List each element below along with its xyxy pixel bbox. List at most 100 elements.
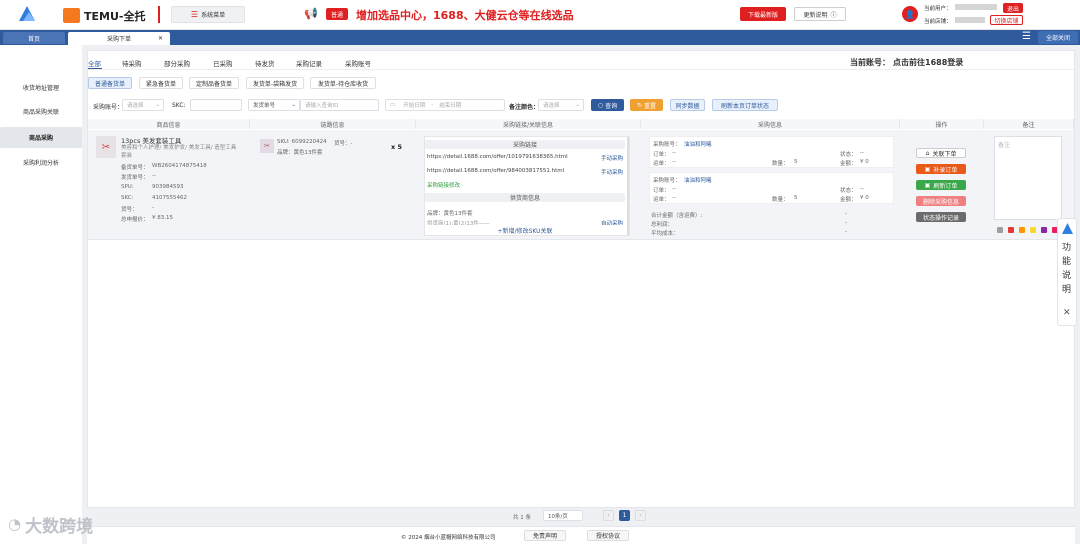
note-textarea[interactable]: 备注 (994, 136, 1062, 220)
purchase-link-1[interactable]: https://detail.1688.com/offer/1019791638… (427, 154, 568, 160)
pb1-order-label: 订单： (653, 152, 670, 158)
status-tab-partial[interactable]: 部分采购 (164, 58, 190, 68)
status-tab-purchased[interactable]: 已采购 (213, 58, 233, 68)
add-sku-link-button[interactable]: +新增/修改SKU关联 (425, 225, 625, 235)
pb2-order-label: 订单： (653, 188, 670, 194)
purchase-account-select[interactable]: 请选择 ⌄ (122, 99, 164, 111)
pb2-track: -- (672, 195, 676, 201)
next-page-button[interactable]: › (635, 510, 646, 521)
megaphone-icon: 📢 (304, 7, 318, 20)
close-icon[interactable]: ✕ (1063, 308, 1071, 318)
supplement-order-button[interactable]: ▣ 补录订单 (916, 164, 966, 174)
manual-purchase-link-1[interactable]: 手动采购 (601, 154, 623, 162)
pb1-track-label: 运单： (653, 161, 670, 167)
type-tab-normal[interactable]: 普通备货单 (88, 77, 132, 89)
type-tab-custom[interactable]: 定制品备货单 (189, 77, 239, 89)
chevron-down-icon: ⌄ (155, 102, 160, 108)
sku-thumbnail: ✂ (260, 139, 274, 153)
account-label: 当前账号： (850, 58, 890, 67)
type-tab-urgent[interactable]: 紧急备货单 (139, 77, 183, 89)
prev-page-button[interactable]: ‹ (603, 510, 614, 521)
watermark-logo-icon: ◔ (8, 515, 22, 533)
delete-purchase-button[interactable]: 删除采购信息 (916, 196, 966, 206)
sidebar-item-product-link[interactable]: 商品采购关联 (0, 104, 82, 118)
refresh-icon: ▣ (924, 181, 931, 189)
system-menu-button[interactable]: ☰ 系统菜单 (171, 6, 245, 23)
tab-home[interactable]: 首页 (3, 32, 65, 44)
license-button[interactable]: 授权协议 (587, 530, 629, 541)
menu-list-icon: ☰ (190, 10, 199, 19)
brand-divider (158, 6, 160, 23)
ship-no-input[interactable]: 请输入查询ID (300, 99, 379, 111)
supplier-line-1: 品牌：黄色13件套 (427, 211, 473, 217)
brand-name: TEMU-全托 (84, 10, 146, 23)
field-label-skc: SKC: (121, 195, 134, 201)
tabs-divider (88, 69, 1074, 70)
type-tab-ship-warehouse[interactable]: 发货单-待仓库收货 (310, 77, 376, 89)
pb2-qty: 5 (794, 195, 798, 201)
top-bar: TEMU-全托 ☰ 系统菜单 📢 普通 增加选品中心，1688、大健云仓等在线选… (0, 0, 1080, 30)
ship-no-type-select[interactable]: 发货单号 ⌄ (248, 99, 300, 111)
sidebar: 收货地址管理 商品采购关联 商品采购 采购利润分析 (0, 45, 82, 544)
pb1-qty: 5 (794, 159, 798, 165)
note-color-gray[interactable] (997, 227, 1003, 233)
download-latest-button[interactable]: 下载最新版 (740, 7, 786, 21)
refresh-status-button[interactable]: 刷新本页订单状态 (712, 99, 778, 111)
product-thumbnail: ✂ (96, 136, 116, 158)
switch-shop-button[interactable]: 切换店铺 (990, 15, 1023, 25)
type-tab-ship-box[interactable]: 发货单-袋箱发货 (246, 77, 304, 89)
current-user-label: 当前用户： (924, 6, 952, 12)
help-logo-icon (1062, 223, 1073, 234)
tab-purchase-order[interactable]: 采购下单 ✕ (68, 32, 170, 45)
help-widget[interactable]: 功能说明 ✕ (1057, 218, 1077, 326)
account-login-link[interactable]: 点击前往1688登录 (893, 57, 963, 68)
page-1-button[interactable]: 1 (619, 510, 630, 521)
page-size-select[interactable]: 10条/页 (543, 510, 583, 521)
note-color-orange[interactable] (1019, 227, 1025, 233)
total-profit-value: - (845, 220, 847, 226)
status-log-button[interactable]: 状态操作记录 (916, 212, 966, 222)
current-shop-value: ········ (955, 17, 985, 23)
link-order-button[interactable]: ⌂ 关联下单 (916, 148, 966, 158)
purchase-link-header: 采购链接 (425, 140, 625, 149)
sidebar-item-profit-analysis[interactable]: 采购利润分析 (0, 155, 82, 169)
status-tab-all[interactable]: 全部 (88, 58, 101, 68)
pb2-account[interactable]: 油油和阿曦 (684, 176, 712, 184)
purchase-link-modify[interactable]: 采购链接修改 (427, 181, 460, 189)
pb1-account[interactable]: 油油和阿曦 (684, 140, 712, 148)
link-qty: x 5 (391, 143, 402, 151)
note-color-select[interactable]: 请选择 ⌄ (538, 99, 584, 111)
note-color-purple[interactable] (1041, 227, 1047, 233)
manual-purchase-link-2[interactable]: 手动采购 (601, 168, 623, 176)
note-color-yellow[interactable] (1030, 227, 1036, 233)
status-tab-pending-purchase[interactable]: 待采购 (122, 58, 142, 68)
sidebar-item-product-purchase[interactable]: 商品采购 (0, 127, 82, 148)
link-sku: SKU: 6099220424 (277, 139, 327, 145)
status-tab-records[interactable]: 采购记录 (296, 58, 322, 68)
help-label: 功能说明 (1062, 243, 1072, 295)
sidebar-item-address[interactable]: 收货地址管理 (0, 80, 82, 94)
edit-icon: ▣ (924, 165, 931, 173)
user-avatar-icon[interactable]: 👤 (902, 6, 918, 22)
update-notes-button[interactable]: 更新说明 ⓘ (794, 7, 846, 21)
status-tab-pending-ship[interactable]: 待发货 (255, 58, 275, 68)
reset-button[interactable]: ↻ 重置 (630, 99, 663, 111)
tab-list-icon[interactable]: ☰ (1022, 31, 1031, 42)
status-tab-accounts[interactable]: 采购账号 (345, 58, 371, 68)
panel-scrollbar[interactable] (627, 137, 629, 235)
query-button[interactable]: ○ 查询 (591, 99, 624, 111)
temu-logo (63, 8, 80, 23)
sync-data-button[interactable]: 同步数据 (670, 99, 705, 111)
chevron-down-icon: ⌄ (291, 102, 296, 108)
date-range-picker[interactable]: ▭ 开始日期 - 结束日期 (385, 99, 505, 111)
purchase-link-2[interactable]: https://detail.1688.com/offer/9840038175… (427, 168, 564, 174)
close-all-tabs-button[interactable]: 全部关闭 (1038, 31, 1078, 44)
note-color-red[interactable] (1008, 227, 1014, 233)
refresh-order-button[interactable]: ▣ 刷新订单 (916, 180, 966, 190)
pb2-order: -- (672, 186, 676, 192)
disclaimer-button[interactable]: 免责声明 (524, 530, 566, 541)
close-icon[interactable]: ✕ (158, 35, 163, 42)
total-amount-value: - (845, 211, 847, 217)
skc-input[interactable] (190, 99, 242, 111)
logout-button[interactable]: 退出 (1003, 3, 1023, 13)
